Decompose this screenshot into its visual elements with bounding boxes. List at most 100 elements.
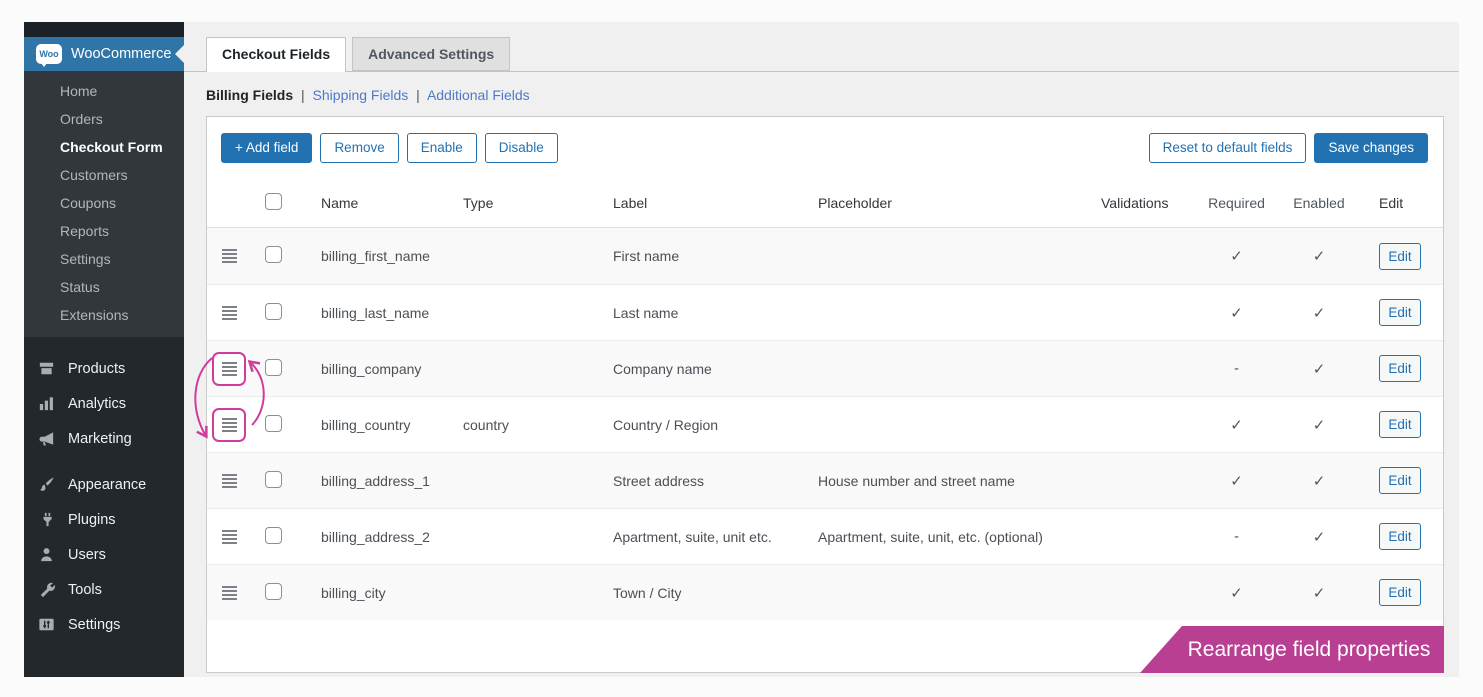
drag-handle-highlighted[interactable]: [212, 408, 246, 442]
cell-enabled: ✓: [1279, 416, 1359, 434]
checkmark-icon: ✓: [1230, 417, 1243, 434]
cell-label: Town / City: [589, 585, 794, 601]
edit-button[interactable]: Edit: [1379, 355, 1421, 382]
brush-icon: [36, 475, 56, 495]
checkmark-icon: ✓: [1313, 473, 1326, 490]
drag-handle[interactable]: [212, 520, 246, 554]
save-changes-button[interactable]: Save changes: [1314, 133, 1428, 163]
sidebar-item-appearance[interactable]: Appearance: [24, 467, 184, 502]
cell-name: billing_last_name: [297, 305, 439, 321]
bar-chart-icon: [36, 394, 56, 414]
sidebar-item-users[interactable]: Users: [24, 537, 184, 572]
row-checkbox[interactable]: [265, 583, 282, 600]
cell-required: -: [1194, 528, 1279, 545]
remove-button[interactable]: Remove: [320, 133, 398, 163]
row-checkbox[interactable]: [265, 359, 282, 376]
subnav-billing-fields[interactable]: Billing Fields: [206, 87, 293, 103]
sidebar-item-customers[interactable]: Customers: [24, 161, 184, 189]
row-checkbox[interactable]: [265, 471, 282, 488]
cell-enabled: ✓: [1279, 360, 1359, 378]
admin-sidebar: Woo WooCommerce HomeOrdersCheckout FormC…: [24, 22, 184, 677]
checkmark-icon: ✓: [1313, 417, 1326, 434]
sidebar-item-extensions[interactable]: Extensions: [24, 301, 184, 329]
checkout-fields-card: + Add field Remove Enable Disable Reset …: [206, 116, 1444, 673]
subnav-separator: |: [416, 87, 420, 103]
sidebar-item-label: Settings: [68, 617, 120, 633]
sidebar-item-label: Appearance: [68, 477, 146, 493]
cell-name: billing_city: [297, 585, 439, 601]
drag-handle[interactable]: [212, 239, 246, 273]
sidebar-item-orders[interactable]: Orders: [24, 105, 184, 133]
checkmark-icon: ✓: [1230, 473, 1243, 490]
cell-label: First name: [589, 248, 794, 264]
sidebar-item-home[interactable]: Home: [24, 77, 184, 105]
subnav-shipping-fields[interactable]: Shipping Fields: [313, 87, 409, 103]
sidebar-item-tools[interactable]: Tools: [24, 572, 184, 607]
checkmark-icon: ✓: [1313, 585, 1326, 602]
fields-toolbar: + Add field Remove Enable Disable Reset …: [207, 117, 1443, 178]
row-checkbox[interactable]: [265, 415, 282, 432]
sidebar-item-woocommerce[interactable]: Woo WooCommerce: [24, 37, 184, 71]
reset-default-fields-button[interactable]: Reset to default fields: [1149, 133, 1307, 163]
sidebar-item-status[interactable]: Status: [24, 273, 184, 301]
column-header-validations: Validations: [1074, 195, 1194, 211]
tab-checkout-fields[interactable]: Checkout Fields: [206, 37, 346, 72]
megaphone-icon: [36, 429, 56, 449]
table-row: billing_last_nameLast name✓✓Edit: [207, 284, 1443, 340]
subnav-separator: |: [301, 87, 305, 103]
drag-handle-highlighted[interactable]: [212, 352, 246, 386]
row-checkbox[interactable]: [265, 246, 282, 263]
dash-mark: -: [1234, 360, 1239, 377]
subnav-additional-fields[interactable]: Additional Fields: [427, 87, 530, 103]
add-field-button[interactable]: + Add field: [221, 133, 312, 163]
table-row: billing_address_1Street addressHouse num…: [207, 452, 1443, 508]
woocommerce-label: WooCommerce: [71, 46, 171, 62]
products-box-icon: [36, 359, 56, 379]
enable-button[interactable]: Enable: [407, 133, 477, 163]
edit-button[interactable]: Edit: [1379, 243, 1421, 270]
column-header-placeholder: Placeholder: [794, 195, 1074, 211]
row-checkbox[interactable]: [265, 527, 282, 544]
edit-button[interactable]: Edit: [1379, 579, 1421, 606]
tab-bar: Checkout Fields Advanced Settings: [184, 22, 1459, 72]
checkmark-icon: ✓: [1313, 529, 1326, 546]
drag-handle-icon: [222, 474, 237, 488]
cell-label: Country / Region: [589, 417, 794, 433]
drag-handle[interactable]: [212, 576, 246, 610]
sidebar-item-analytics[interactable]: Analytics: [24, 386, 184, 421]
row-checkbox[interactable]: [265, 303, 282, 320]
column-header-edit: Edit: [1359, 195, 1443, 211]
dash-mark: -: [1234, 528, 1239, 545]
sidebar-item-label: Tools: [68, 582, 102, 598]
field-section-subnav: Billing Fields | Shipping Fields | Addit…: [184, 72, 1459, 103]
edit-button[interactable]: Edit: [1379, 299, 1421, 326]
sidebar-item-products[interactable]: Products: [24, 351, 184, 386]
cell-enabled: ✓: [1279, 247, 1359, 265]
sidebar-item-reports[interactable]: Reports: [24, 217, 184, 245]
edit-button[interactable]: Edit: [1379, 411, 1421, 438]
cell-name: billing_company: [297, 361, 439, 377]
disable-button[interactable]: Disable: [485, 133, 558, 163]
edit-button[interactable]: Edit: [1379, 467, 1421, 494]
cell-name: billing_first_name: [297, 248, 439, 264]
toolbar-right-buttons: Reset to default fields Save changes: [1149, 133, 1428, 163]
edit-button[interactable]: Edit: [1379, 523, 1421, 550]
table-body: billing_first_nameFirst name✓✓Editbillin…: [207, 228, 1443, 620]
checkmark-icon: ✓: [1313, 361, 1326, 378]
cell-placeholder: House number and street name: [794, 473, 1074, 489]
drag-handle-icon: [222, 249, 237, 263]
drag-handle[interactable]: [212, 464, 246, 498]
select-all-checkbox[interactable]: [265, 193, 282, 210]
cell-required: ✓: [1194, 472, 1279, 490]
admin-page: Woo WooCommerce HomeOrdersCheckout FormC…: [24, 22, 1459, 677]
sidebar-item-label: Marketing: [68, 431, 132, 447]
sidebar-item-coupons[interactable]: Coupons: [24, 189, 184, 217]
rearrange-ribbon: Rearrange field properties: [1140, 626, 1444, 673]
sidebar-item-plugins[interactable]: Plugins: [24, 502, 184, 537]
sidebar-item-marketing[interactable]: Marketing: [24, 421, 184, 456]
tab-advanced-settings[interactable]: Advanced Settings: [352, 37, 510, 71]
sidebar-item-settings[interactable]: Settings: [24, 245, 184, 273]
sidebar-item-settings[interactable]: Settings: [24, 607, 184, 642]
drag-handle[interactable]: [212, 296, 246, 330]
sidebar-item-checkout-form[interactable]: Checkout Form: [24, 133, 184, 161]
